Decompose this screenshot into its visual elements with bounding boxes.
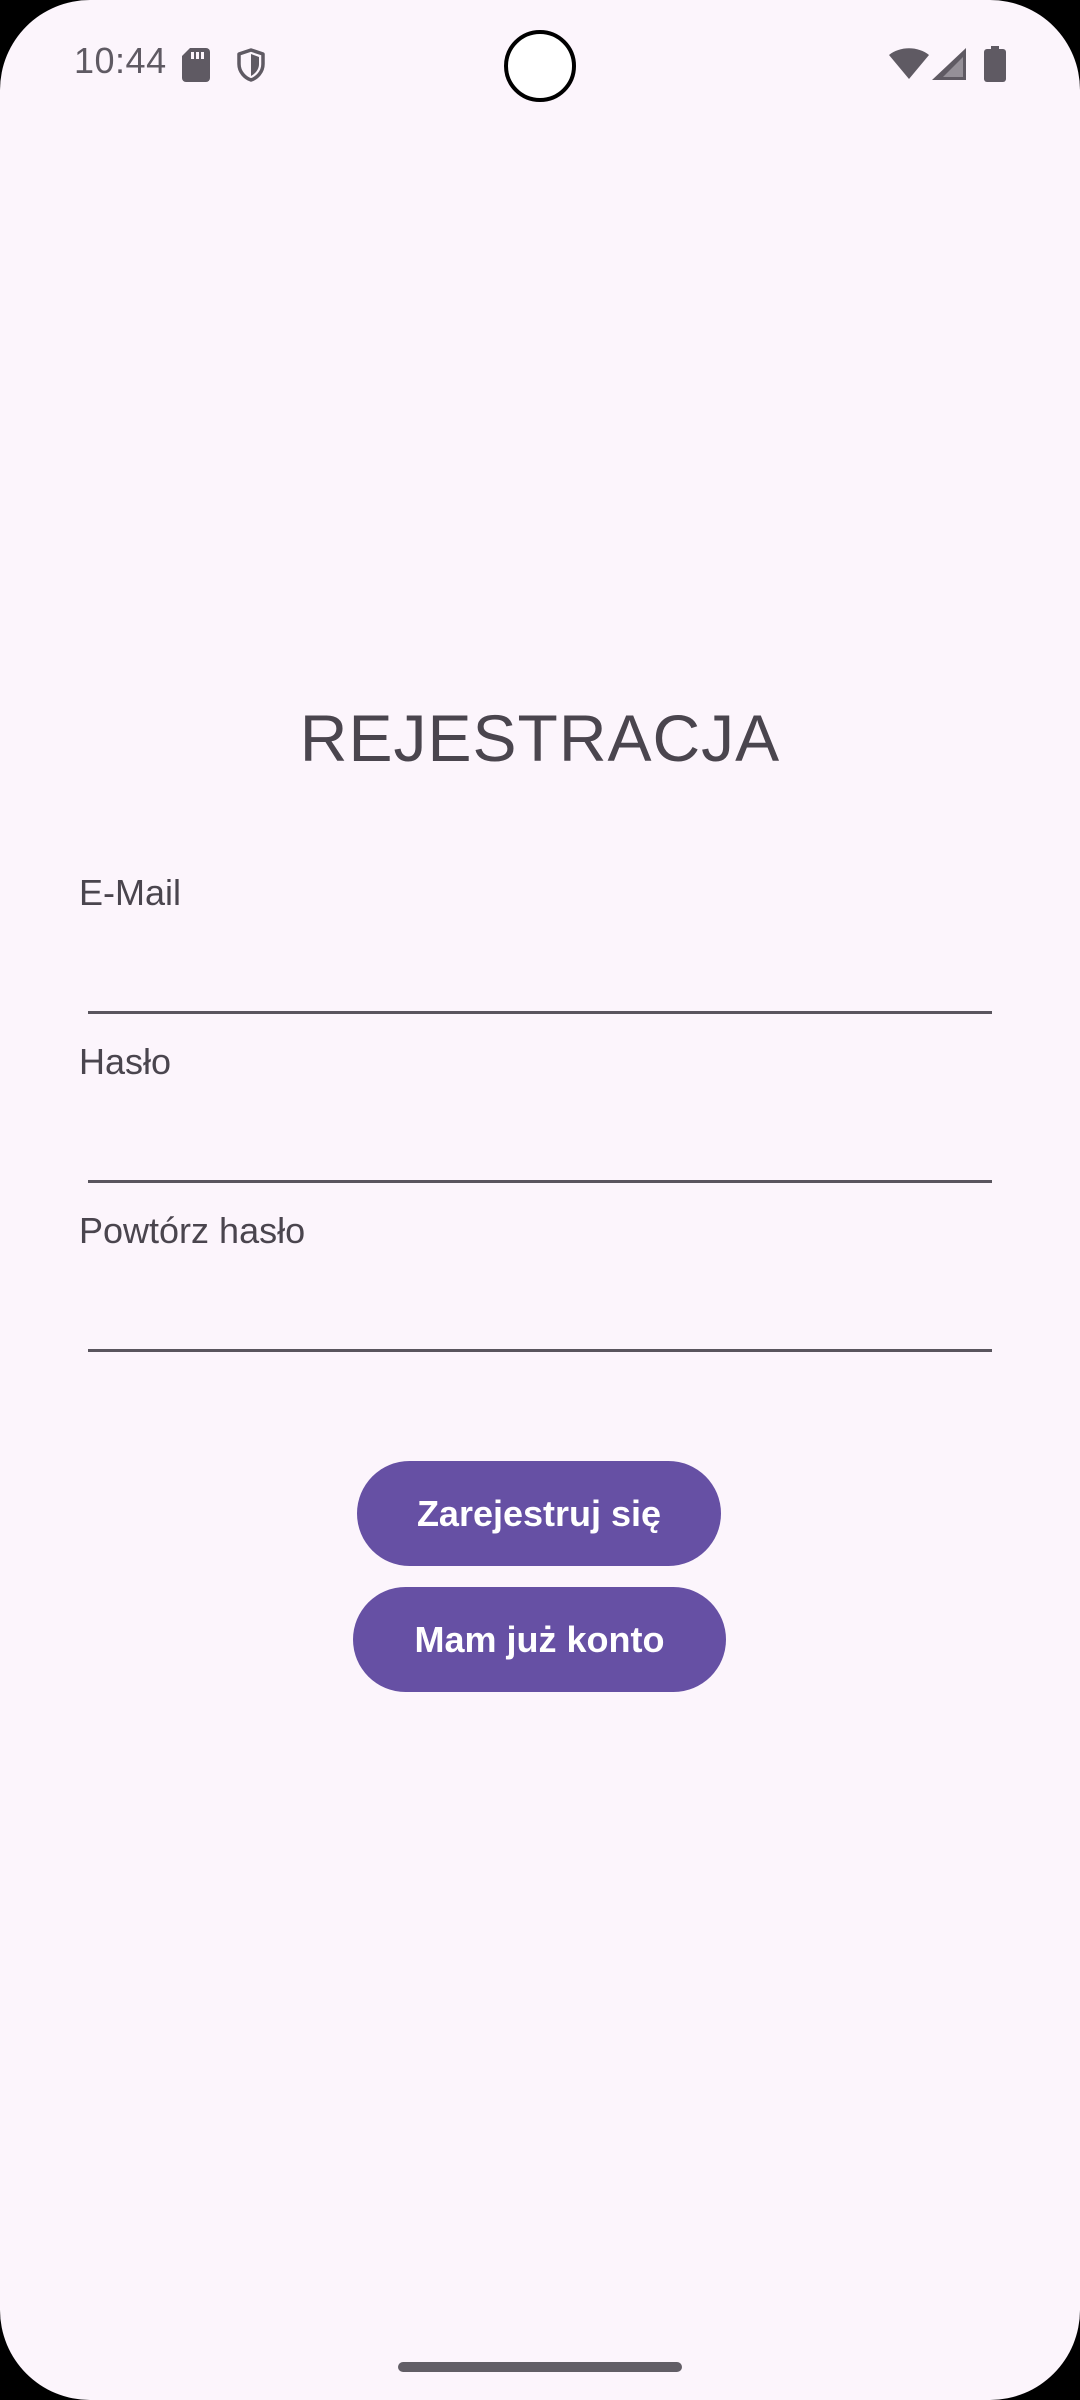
have-account-button[interactable]: Mam już konto <box>353 1587 726 1692</box>
repeat-password-label: Powtórz hasło <box>79 1210 306 1251</box>
battery-icon <box>984 46 1006 82</box>
password-label: Hasło <box>79 1041 172 1082</box>
wifi-icon <box>889 48 929 79</box>
password-field[interactable] <box>88 1103 992 1183</box>
registration-screen: 10:44 REJESTRACJA E-Mail Hasło Powtórz h… <box>0 0 1080 2400</box>
cellular-signal-icon <box>932 48 966 80</box>
home-indicator[interactable] <box>398 2362 682 2372</box>
email-field[interactable] <box>88 934 992 1014</box>
email-label: E-Mail <box>79 872 182 913</box>
status-bar: 10:44 <box>0 0 1080 130</box>
sd-card-icon <box>182 48 210 82</box>
shield-icon <box>237 48 265 82</box>
register-button[interactable]: Zarejestruj się <box>357 1461 721 1566</box>
status-time: 10:44 <box>74 40 167 81</box>
front-camera-cutout <box>504 30 576 102</box>
page-title: REJESTRACJA <box>299 701 781 775</box>
repeat-password-field[interactable] <box>88 1272 992 1352</box>
